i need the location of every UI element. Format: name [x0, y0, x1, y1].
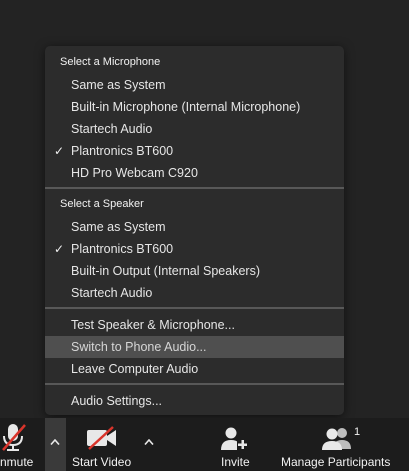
test-speaker-microphone-item[interactable]: Test Speaker & Microphone... — [45, 314, 344, 336]
people-icon — [322, 428, 351, 450]
start-video-button[interactable]: Start Video — [68, 418, 136, 471]
switch-to-phone-audio-item[interactable]: Switch to Phone Audio... — [45, 336, 344, 358]
participant-count-badge: 1 — [354, 426, 361, 438]
audio-settings-item[interactable]: Audio Settings... — [45, 390, 344, 412]
microphone-option-label: Built-in Microphone (Internal Microphone… — [71, 100, 301, 114]
speaker-option-label: Same as System — [71, 220, 166, 234]
menu-item-label: Switch to Phone Audio... — [71, 340, 207, 354]
speaker-option-selected[interactable]: ✓ Plantronics BT600 — [45, 238, 344, 260]
chevron-up-icon — [144, 439, 154, 445]
speaker-option-label: Built-in Output (Internal Speakers) — [71, 264, 260, 278]
person-add-icon — [221, 427, 248, 450]
microphone-option[interactable]: Startech Audio — [45, 118, 344, 140]
start-video-label: Start Video — [72, 455, 132, 469]
video-options-caret-button[interactable] — [138, 418, 160, 471]
menu-item-label: Audio Settings... — [71, 394, 163, 408]
speaker-option[interactable]: Same as System — [45, 216, 344, 238]
speaker-option-label: Startech Audio — [71, 286, 153, 300]
microphone-option-label: HD Pro Webcam C920 — [71, 166, 198, 180]
menu-item-label: Test Speaker & Microphone... — [71, 318, 235, 332]
menu-item-label: Leave Computer Audio — [71, 362, 199, 376]
microphone-option[interactable]: Same as System — [45, 74, 344, 96]
invite-button[interactable]: Invite — [214, 418, 258, 471]
speaker-option[interactable]: Startech Audio — [45, 282, 344, 304]
menu-separator — [45, 307, 344, 309]
zoom-meeting-window: Select a Microphone Same as System Built… — [0, 0, 409, 471]
microphone-option-label: Plantronics BT600 — [71, 144, 174, 158]
microphone-option-label: Same as System — [71, 78, 166, 92]
speaker-option-label: Plantronics BT600 — [71, 242, 174, 256]
audio-options-menu: Select a Microphone Same as System Built… — [45, 46, 344, 415]
checkmark-icon: ✓ — [54, 144, 65, 158]
checkmark-icon: ✓ — [54, 242, 65, 256]
chevron-up-icon — [50, 439, 60, 445]
speaker-option[interactable]: Built-in Output (Internal Speakers) — [45, 260, 344, 282]
microphone-option-selected[interactable]: ✓ Plantronics BT600 — [45, 140, 344, 162]
microphone-option[interactable]: HD Pro Webcam C920 — [45, 162, 344, 184]
menu-separator — [45, 383, 344, 385]
speaker-section-title: Select a Speaker — [60, 198, 144, 210]
invite-label: Invite — [221, 455, 250, 469]
meeting-toolbar: nmute Start Video Invite 1 Manage Partic… — [0, 418, 409, 471]
unmute-button[interactable]: nmute — [0, 418, 42, 471]
microphone-muted-icon — [2, 424, 26, 451]
video-camera-off-icon — [87, 426, 116, 450]
manage-participants-button[interactable]: 1 Manage Participants — [278, 418, 398, 471]
manage-participants-label: Manage Participants — [281, 455, 391, 469]
microphone-option[interactable]: Built-in Microphone (Internal Microphone… — [45, 96, 344, 118]
leave-computer-audio-item[interactable]: Leave Computer Audio — [45, 358, 344, 380]
unmute-label: nmute — [0, 455, 34, 469]
microphone-section-title: Select a Microphone — [60, 56, 161, 68]
microphone-option-label: Startech Audio — [71, 122, 153, 136]
audio-options-caret-button[interactable] — [45, 418, 66, 471]
menu-separator — [45, 187, 344, 189]
